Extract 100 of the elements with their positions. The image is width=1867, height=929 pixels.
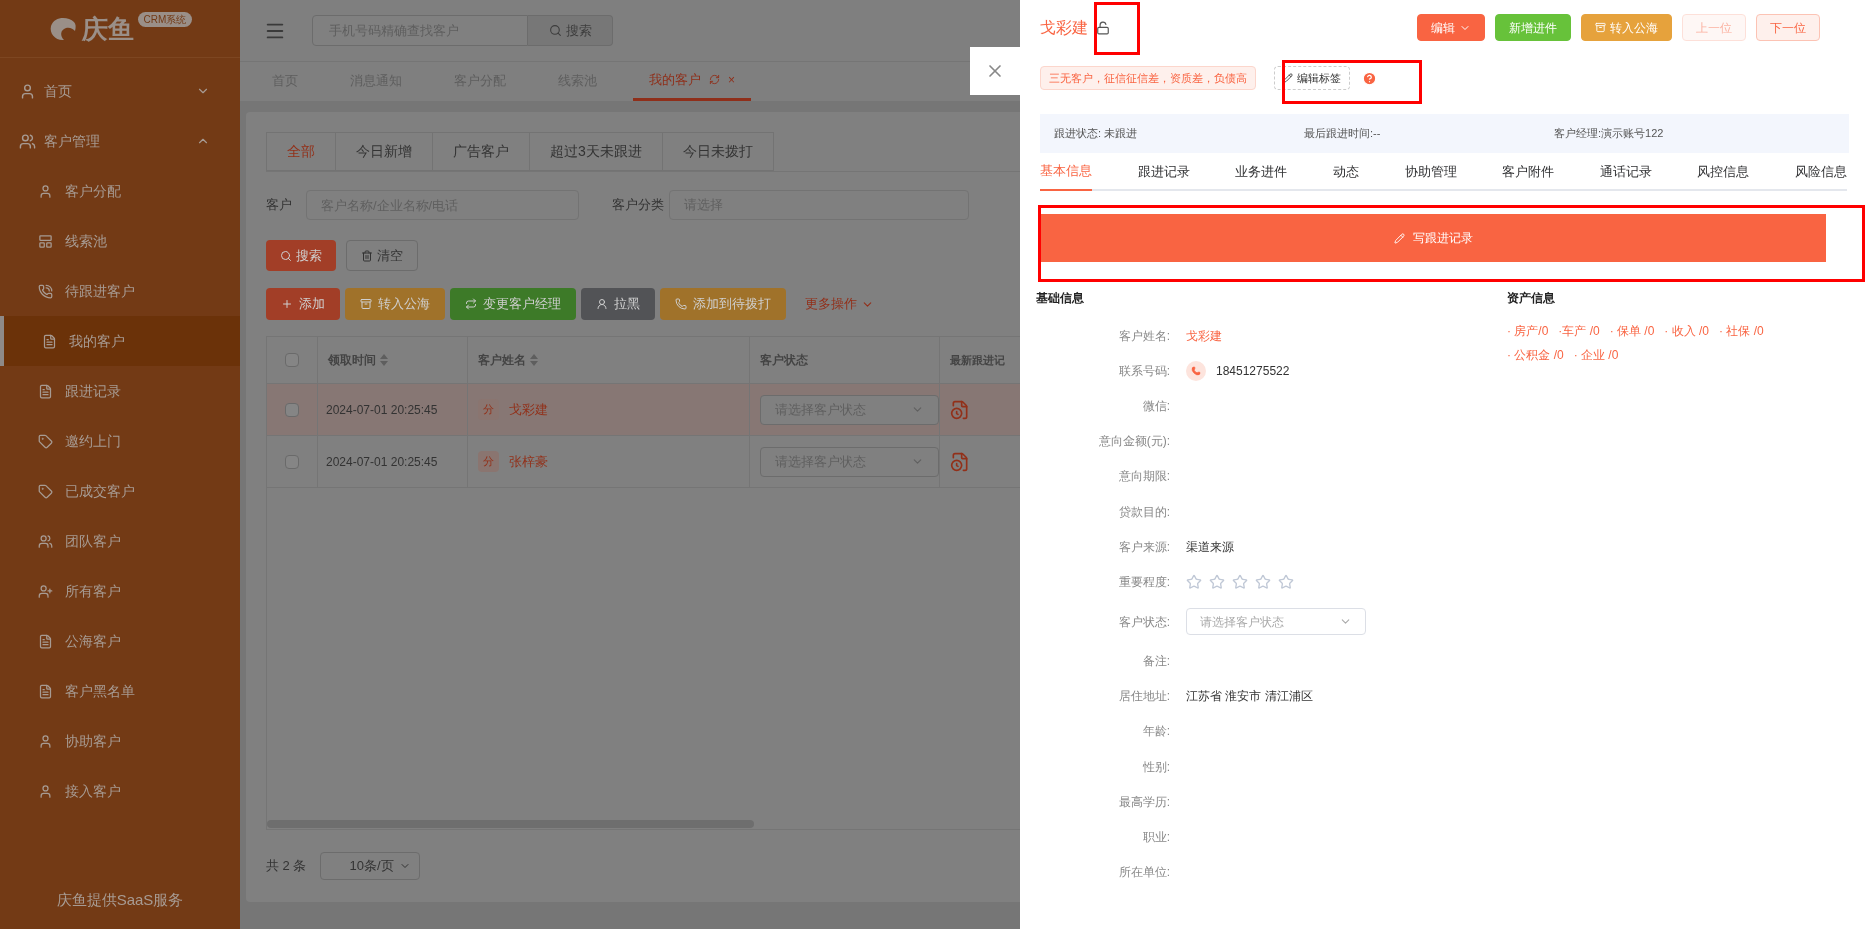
field-label: 备注: (1141, 653, 1171, 671)
asset-link[interactable]: · 企业 /0 (1573, 346, 1619, 364)
drawer-button[interactable]: 新增进件 (1495, 14, 1571, 41)
star-icon[interactable] (1255, 573, 1271, 590)
more-actions-button[interactable]: 更多操作 (805, 294, 874, 314)
asset-link[interactable]: · 社保 /0 (1719, 322, 1764, 340)
menu-item[interactable]: 客户黑名单 (0, 666, 240, 716)
drawer-button[interactable]: 下一位 (1756, 14, 1820, 41)
action-button[interactable]: 添加 (266, 288, 340, 320)
clear-button[interactable]: 清空 (346, 240, 418, 271)
field-value: 戈彩建 (1186, 327, 1222, 345)
follow-record-icon[interactable] (950, 451, 970, 472)
phone-icon[interactable] (1186, 360, 1206, 381)
filter-tab[interactable]: 今日未拨打 (662, 132, 774, 171)
help-icon[interactable] (1362, 70, 1377, 86)
write-follow-record-button[interactable]: 写跟进记录 (1040, 214, 1826, 262)
unlock-icon[interactable] (1096, 21, 1110, 35)
crm-badge: CRM系统 (137, 12, 193, 27)
star-icon[interactable] (1232, 573, 1248, 590)
filter-tab[interactable]: 超过3天未跟进 (530, 132, 663, 171)
action-button[interactable]: 添加到待拨打 (660, 288, 786, 320)
info-text: 最后跟进时间:-- (1304, 126, 1382, 142)
column-header[interactable]: 客户姓名 (478, 351, 526, 369)
close-button[interactable] (970, 47, 1020, 95)
asset-link[interactable]: · 房产/0 (1507, 322, 1549, 340)
section-title: 基础信息 (1036, 290, 1085, 307)
menu-item[interactable]: 团队客户 (0, 516, 240, 566)
pencil-icon (1393, 232, 1405, 244)
filter-tab[interactable]: 全部 (266, 132, 336, 171)
sort-icon[interactable] (530, 354, 538, 366)
menu-item[interactable]: 协助客户 (0, 716, 240, 766)
users-icon (19, 132, 36, 150)
action-button[interactable]: 拉黑 (581, 288, 655, 320)
star-icon[interactable] (1278, 573, 1294, 590)
field-label: 微信: (1141, 397, 1171, 415)
filter-tab[interactable]: 广告客户 (433, 132, 530, 171)
asset-link[interactable]: ·车产 /0 (1558, 322, 1600, 340)
menu-item[interactable]: 公海客户 (0, 616, 240, 666)
field-label: 重要程度: (1117, 573, 1171, 591)
search-button[interactable]: 搜索 (528, 15, 613, 46)
column-header[interactable]: 领取时间 (328, 351, 376, 369)
drawer-tab[interactable]: 客户附件 (1502, 153, 1555, 191)
menu-item[interactable]: 待跟进客户 (0, 266, 240, 316)
drawer-tab[interactable]: 协助管理 (1404, 153, 1457, 191)
menu-item[interactable]: 所有客户 (0, 566, 240, 616)
menu-item[interactable]: 我的客户 (0, 316, 240, 366)
archive-icon (1595, 22, 1606, 33)
drawer-tab[interactable]: 基本信息 (1040, 153, 1092, 191)
drawer-tab[interactable]: 跟进记录 (1137, 153, 1190, 191)
importance-rating[interactable] (1186, 573, 1294, 590)
field-label: 所在单位: (1117, 864, 1171, 882)
customer-name-link[interactable]: 张梓豪 (509, 451, 548, 472)
table-cell-text: 2024-07-01 20:25:45 (326, 453, 438, 471)
column-header: 客户状态 (760, 352, 808, 369)
info-text: 客户经理:演示账号122 (1554, 126, 1665, 142)
user-icon (19, 82, 36, 100)
action-button[interactable]: 转入公海 (345, 288, 445, 320)
drawer-tab[interactable]: 业务进件 (1235, 153, 1288, 191)
field-label: 年龄: (1141, 723, 1171, 741)
page-tab[interactable]: 我的客户 × (633, 61, 751, 101)
action-icon (675, 298, 687, 310)
menu-group[interactable]: 客户管理 (0, 116, 240, 166)
assign-badge: 分 (478, 399, 499, 420)
sort-icon[interactable] (380, 354, 388, 366)
drawer-tab[interactable]: 动态 (1332, 153, 1359, 191)
star-icon[interactable] (1186, 573, 1202, 590)
action-icon (281, 298, 293, 310)
menu-item[interactable]: 邀约上门 (0, 416, 240, 466)
edit-tags-button[interactable]: 编辑标签 (1274, 66, 1350, 90)
asset-link[interactable]: · 保单 /0 (1609, 322, 1655, 340)
action-icon (596, 298, 608, 310)
menu-item[interactable]: 接入客户 (0, 766, 240, 816)
asset-link[interactable]: · 收入 /0 (1664, 322, 1710, 340)
action-button[interactable]: 变更客户经理 (450, 288, 576, 320)
row-checkbox[interactable] (285, 454, 299, 469)
drawer-tab[interactable]: 风控信息 (1697, 153, 1750, 191)
menu-item[interactable]: 线索池 (0, 216, 240, 266)
filter-label: 客户分类 (612, 196, 665, 215)
close-tab-icon[interactable]: × (728, 70, 735, 89)
star-icon[interactable] (1209, 573, 1225, 590)
menu-item[interactable]: 已成交客户 (0, 466, 240, 516)
menu-group-label: 首页 (44, 81, 73, 101)
menu-group[interactable]: 首页 (0, 66, 240, 116)
asset-link[interactable]: · 公积金 /0 (1507, 346, 1564, 364)
menu-item[interactable]: 跟进记录 (0, 366, 240, 416)
follow-record-icon[interactable] (950, 399, 970, 420)
refresh-icon[interactable] (709, 74, 720, 85)
row-checkbox[interactable] (285, 402, 299, 417)
menu-item[interactable]: 客户分配 (0, 166, 240, 216)
header-checkbox[interactable] (285, 353, 299, 367)
drawer-tab[interactable]: 风险信息 (1795, 153, 1847, 191)
search-button[interactable]: 搜索 (266, 240, 336, 271)
drawer-button[interactable]: 转入公海 (1581, 14, 1672, 41)
page-size-select[interactable]: 10条/页 (320, 852, 421, 880)
drawer-tab[interactable]: 通话记录 (1599, 153, 1652, 191)
customer-name-link[interactable]: 戈彩建 (509, 399, 548, 420)
drawer-title: 戈彩建 (1040, 18, 1088, 38)
status-select[interactable]: 请选择客户状态 (1186, 608, 1366, 635)
filter-tab[interactable]: 今日新增 (336, 132, 433, 171)
drawer-button[interactable]: 编辑 (1417, 14, 1485, 41)
